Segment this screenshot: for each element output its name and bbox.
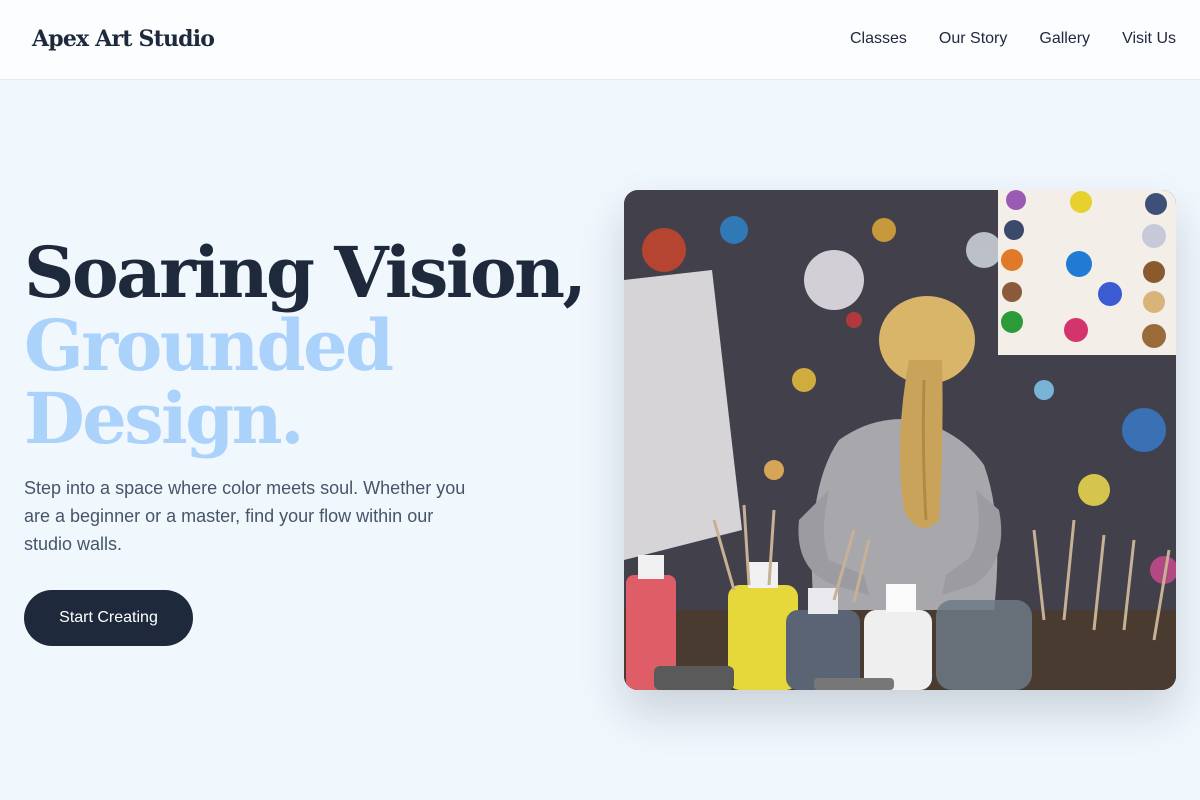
nav-link-classes[interactable]: Classes xyxy=(850,30,907,48)
nav-link-visit-us[interactable]: Visit Us xyxy=(1122,30,1176,48)
nav-link-gallery[interactable]: Gallery xyxy=(1039,30,1090,48)
hero-title: Soaring Vision, Grounded Design. xyxy=(24,236,604,455)
hero-title-line-2: Grounded xyxy=(24,304,394,387)
main-nav: Classes Our Story Gallery Visit Us xyxy=(850,30,1176,48)
brand-logo[interactable]: Apex Art Studio xyxy=(32,26,215,52)
hero-description: Step into a space where color meets soul… xyxy=(24,478,466,554)
hero-title-line-3: Design. xyxy=(24,377,304,460)
hero-image xyxy=(624,190,1176,690)
nav-link-our-story[interactable]: Our Story xyxy=(939,30,1007,48)
hero-title-line-1: Soaring Vision, xyxy=(24,231,587,314)
art-studio-photo xyxy=(624,190,1176,690)
top-navbar: Apex Art Studio Classes Our Story Galler… xyxy=(0,0,1200,80)
start-creating-button[interactable]: Start Creating xyxy=(24,590,193,646)
